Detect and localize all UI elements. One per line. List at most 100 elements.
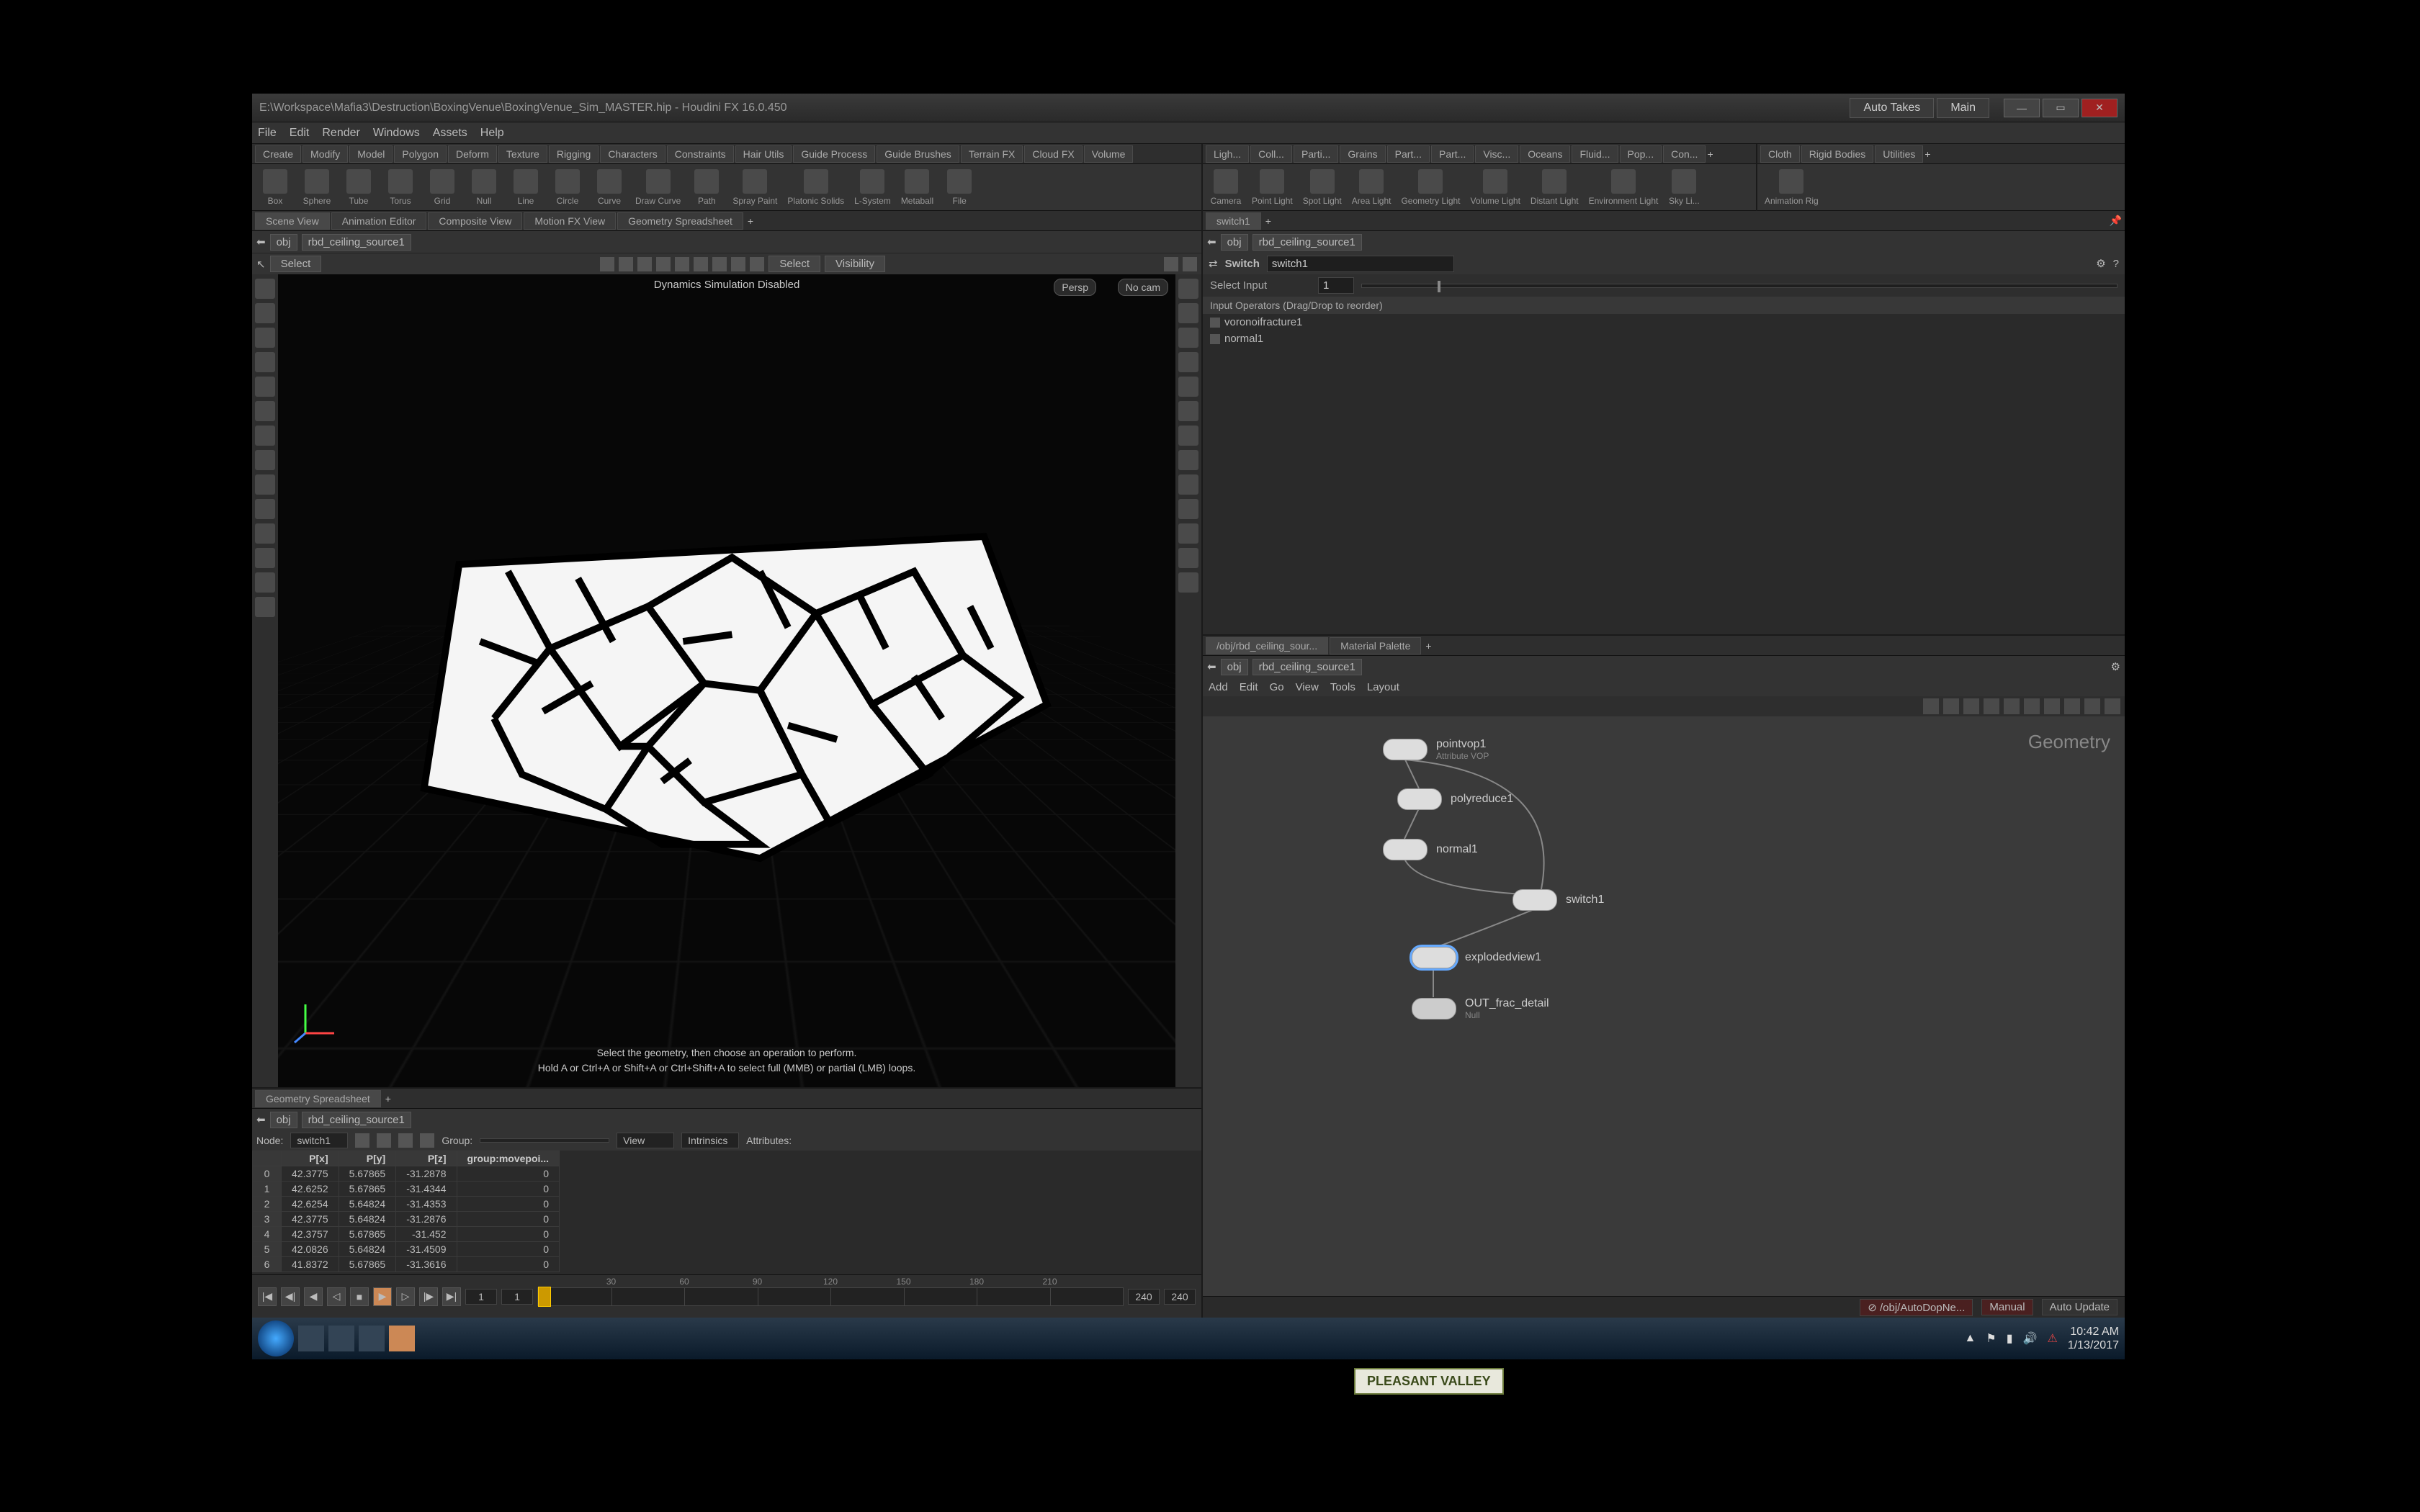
stop-button[interactable]: ■ <box>350 1287 369 1306</box>
tool-icon[interactable] <box>255 450 275 470</box>
shelf-tab[interactable]: Fluid... <box>1572 145 1618 163</box>
menu-item[interactable]: Tools <box>1330 681 1355 693</box>
shelf-tool[interactable]: Volume Light <box>1471 169 1520 206</box>
taskbar-app-icon[interactable] <box>389 1326 415 1351</box>
shelf-tool[interactable]: Sky Li... <box>1668 169 1700 206</box>
tool-icon[interactable] <box>1178 474 1198 495</box>
path-segment[interactable]: rbd_ceiling_source1 <box>1252 234 1362 251</box>
pane-tab-scene-view[interactable]: Scene View <box>255 212 330 230</box>
shelf-tool[interactable]: Sphere <box>301 169 333 206</box>
toolbar-icon[interactable] <box>619 257 633 271</box>
toolbar-icon[interactable] <box>750 257 764 271</box>
shelf-tool[interactable]: Torus <box>385 169 416 206</box>
shelf-tool[interactable]: Distant Light <box>1531 169 1579 206</box>
column-header[interactable]: P[z] <box>396 1151 457 1166</box>
menu-item[interactable]: View <box>1296 681 1319 693</box>
tool-icon[interactable] <box>1178 352 1198 372</box>
maximize-button[interactable]: ▭ <box>2043 99 2079 117</box>
taskbar-app-icon[interactable] <box>359 1326 385 1351</box>
menu-item[interactable]: Add <box>1209 681 1228 693</box>
tool-icon[interactable] <box>1178 401 1198 421</box>
shelf-tab[interactable]: Part... <box>1431 145 1474 163</box>
shelf-tool[interactable]: L-System <box>854 169 891 206</box>
add-tab-icon[interactable]: + <box>1425 640 1431 652</box>
list-item[interactable]: normal1 <box>1203 330 2125 347</box>
tool-icon[interactable] <box>255 303 275 323</box>
taskbar-app-icon[interactable] <box>298 1326 324 1351</box>
shelf-add-icon[interactable]: + <box>1924 148 1930 160</box>
last-frame-button[interactable]: ▶| <box>442 1287 461 1306</box>
minimize-button[interactable]: — <box>2004 99 2040 117</box>
path-up-icon[interactable]: ⬅ <box>256 235 266 248</box>
flag-icon[interactable]: ⚑ <box>1986 1331 1996 1346</box>
help-icon[interactable]: ? <box>2113 258 2119 270</box>
network-node[interactable]: pointvop1Attribute VOP <box>1383 738 1489 761</box>
select-input-field[interactable]: 1 <box>1318 277 1354 294</box>
shelf-tab[interactable]: Cloud FX <box>1024 145 1082 163</box>
tool-icon[interactable] <box>1178 548 1198 568</box>
shelf-tab[interactable]: Terrain FX <box>961 145 1023 163</box>
select-label[interactable]: Select <box>270 256 322 272</box>
table-row[interactable]: 442.37575.67865-31.4520 <box>253 1227 560 1242</box>
shelf-tab[interactable]: Rigid Bodies <box>1801 145 1874 163</box>
shelf-tool[interactable]: Geometry Light <box>1401 169 1460 206</box>
prims-icon[interactable] <box>398 1133 413 1148</box>
prev-key-button[interactable]: ◀| <box>281 1287 300 1306</box>
gear-icon[interactable]: ⚙ <box>2111 660 2120 673</box>
shelf-tool[interactable]: Path <box>691 169 722 206</box>
shelf-tool[interactable]: File <box>944 169 975 206</box>
toolbar-icon[interactable] <box>731 257 745 271</box>
shelf-tab[interactable]: Pop... <box>1620 145 1662 163</box>
shelf-tool[interactable]: Line <box>510 169 542 206</box>
tool-icon[interactable] <box>1178 303 1198 323</box>
column-header[interactable]: P[x] <box>282 1151 339 1166</box>
pane-tab[interactable]: Composite View <box>428 212 522 230</box>
node-name-field[interactable]: switch1 <box>1267 256 1454 272</box>
pane-tab[interactable]: Motion FX View <box>524 212 616 230</box>
shelf-tab[interactable]: Modify <box>302 145 348 163</box>
tool-icon[interactable] <box>255 572 275 593</box>
next-key-button[interactable]: |▶ <box>419 1287 438 1306</box>
toolbar-icon[interactable] <box>637 257 652 271</box>
add-tab-icon[interactable]: + <box>1265 215 1271 227</box>
current-frame-field[interactable]: 1 <box>465 1289 497 1305</box>
camera-dropdown[interactable]: No cam <box>1118 279 1168 296</box>
toolbar-icon[interactable] <box>2084 698 2100 714</box>
tool-icon[interactable] <box>255 279 275 299</box>
volume-icon[interactable]: 🔊 <box>2023 1331 2038 1346</box>
shelf-tab[interactable]: Constraints <box>667 145 734 163</box>
shelf-tab[interactable]: Utilities <box>1875 145 1923 163</box>
timeline-track[interactable]: 306090120150180210 <box>537 1287 1124 1306</box>
start-button[interactable] <box>258 1320 294 1356</box>
shelf-tool[interactable]: Environment Light <box>1589 169 1659 206</box>
shelf-tab[interactable]: Deform <box>448 145 497 163</box>
shelf-tool[interactable]: Animation Rig <box>1765 169 1819 206</box>
menu-item[interactable]: Layout <box>1367 681 1399 693</box>
table-row[interactable]: 641.83725.67865-31.36160 <box>253 1257 560 1272</box>
path-segment[interactable]: rbd_ceiling_source1 <box>1252 659 1362 675</box>
pane-tab[interactable]: Geometry Spreadsheet <box>617 212 743 230</box>
tool-icon[interactable] <box>255 377 275 397</box>
shelf-tab[interactable]: Hair Utils <box>735 145 792 163</box>
visibility-dropdown[interactable]: Visibility <box>825 256 885 272</box>
shelf-tab[interactable]: Cloth <box>1760 145 1800 163</box>
path-up-icon[interactable]: ⬅ <box>1207 660 1216 673</box>
tool-icon[interactable] <box>255 474 275 495</box>
tool-icon[interactable] <box>1178 279 1198 299</box>
group-field[interactable] <box>480 1138 609 1143</box>
shelf-tool[interactable]: Curve <box>593 169 625 206</box>
main-take-dropdown[interactable]: Main <box>1937 98 1989 118</box>
shelf-tab[interactable]: Volume <box>1084 145 1134 163</box>
toolbar-icon[interactable] <box>2105 698 2120 714</box>
tool-icon[interactable] <box>255 597 275 617</box>
toolbar-icon[interactable] <box>675 257 689 271</box>
list-item[interactable]: voronoifracture1 <box>1203 314 2125 330</box>
shelf-tab[interactable]: Oceans <box>1520 145 1570 163</box>
toolbar-icon[interactable] <box>2024 698 2040 714</box>
tool-icon[interactable] <box>255 426 275 446</box>
select-input-slider[interactable] <box>1361 284 2118 288</box>
pin-icon[interactable]: 📌 <box>2110 215 2122 227</box>
shelf-tool[interactable]: Spray Paint <box>732 169 777 206</box>
shelf-tab[interactable]: Visc... <box>1475 145 1518 163</box>
table-row[interactable]: 142.62525.67865-31.43440 <box>253 1182 560 1197</box>
